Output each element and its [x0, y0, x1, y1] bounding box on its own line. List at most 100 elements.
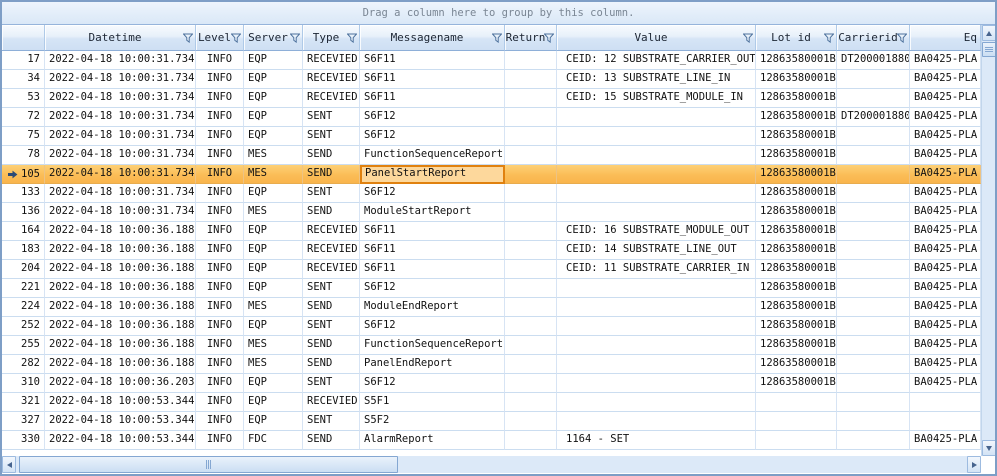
- table-row[interactable]: 3212022-04-18 10:00:53.344INFOEQPRECEVIE…: [2, 393, 981, 412]
- cell-server[interactable]: MES: [244, 146, 303, 165]
- cell-server[interactable]: EQP: [244, 70, 303, 89]
- cell-value[interactable]: [557, 127, 756, 146]
- cell-type[interactable]: RECEVIED: [303, 89, 360, 108]
- cell-eq[interactable]: BA0425-PLA: [910, 51, 981, 70]
- cell-type[interactable]: SENT: [303, 279, 360, 298]
- cell-datetime[interactable]: 2022-04-18 10:00:31.734: [45, 51, 196, 70]
- table-row[interactable]: 722022-04-18 10:00:31.734INFOEQPSENTS6F1…: [2, 108, 981, 127]
- cell-datetime[interactable]: 2022-04-18 10:00:31.734: [45, 184, 196, 203]
- cell-eq[interactable]: BA0425-PLA: [910, 222, 981, 241]
- cell-server[interactable]: MES: [244, 298, 303, 317]
- cell-return[interactable]: [505, 127, 557, 146]
- column-header-value[interactable]: Value: [557, 25, 756, 51]
- table-row[interactable]: 2242022-04-18 10:00:36.188INFOMESSENDMod…: [2, 298, 981, 317]
- cell-return[interactable]: [505, 393, 557, 412]
- cell-datetime[interactable]: 2022-04-18 10:00:36.188: [45, 355, 196, 374]
- cell-eq[interactable]: BA0425-PLA: [910, 165, 981, 184]
- cell-value[interactable]: CEID: 14 SUBSTRATE_LINE_OUT: [557, 241, 756, 260]
- vertical-scrollbar-thumb[interactable]: [982, 42, 996, 57]
- cell-level[interactable]: INFO: [196, 279, 244, 298]
- cell-eq[interactable]: BA0425-PLA: [910, 146, 981, 165]
- cell-server[interactable]: EQP: [244, 317, 303, 336]
- cell-return[interactable]: [505, 260, 557, 279]
- cell-value[interactable]: [557, 146, 756, 165]
- cell-message[interactable]: FunctionSequenceReport: [360, 336, 505, 355]
- cell-carrierid[interactable]: [837, 336, 910, 355]
- cell-type[interactable]: SEND: [303, 355, 360, 374]
- cell-eq[interactable]: BA0425-PLA: [910, 89, 981, 108]
- cell-server[interactable]: MES: [244, 203, 303, 222]
- cell-message[interactable]: S6F12: [360, 374, 505, 393]
- cell-eq[interactable]: BA0425-PLA: [910, 355, 981, 374]
- cell-type[interactable]: SENT: [303, 412, 360, 431]
- column-header-eq[interactable]: Eq: [910, 25, 981, 51]
- scroll-down-button[interactable]: [982, 440, 996, 456]
- cell-carrierid[interactable]: [837, 260, 910, 279]
- cell-level[interactable]: INFO: [196, 203, 244, 222]
- cell-return[interactable]: [505, 431, 557, 450]
- cell-server[interactable]: EQP: [244, 184, 303, 203]
- cell-level[interactable]: INFO: [196, 317, 244, 336]
- cell-return[interactable]: [505, 317, 557, 336]
- cell-message[interactable]: AlarmReport: [360, 431, 505, 450]
- cell-lotid[interactable]: 12863580001B: [756, 260, 837, 279]
- cell-datetime[interactable]: 2022-04-18 10:00:36.188: [45, 336, 196, 355]
- table-row[interactable]: 3302022-04-18 10:00:53.344INFOFDCSENDAla…: [2, 431, 981, 450]
- cell-server[interactable]: EQP: [244, 127, 303, 146]
- cell-datetime[interactable]: 2022-04-18 10:00:31.734: [45, 89, 196, 108]
- cell-value[interactable]: 1164 - SET: [557, 431, 756, 450]
- cell-carrierid[interactable]: [837, 374, 910, 393]
- cell-type[interactable]: SENT: [303, 374, 360, 393]
- column-header-lotid[interactable]: Lot id: [756, 25, 837, 51]
- cell-level[interactable]: INFO: [196, 355, 244, 374]
- cell-id[interactable]: 252: [2, 317, 45, 336]
- filter-funnel-icon[interactable]: [347, 33, 357, 43]
- cell-value[interactable]: [557, 184, 756, 203]
- cell-lotid[interactable]: 12863580001B: [756, 146, 837, 165]
- cell-eq[interactable]: BA0425-PLA: [910, 203, 981, 222]
- cell-type[interactable]: SEND: [303, 336, 360, 355]
- cell-lotid[interactable]: 12863580001B: [756, 203, 837, 222]
- cell-message[interactable]: PanelStartReport: [360, 165, 505, 184]
- cell-server[interactable]: EQP: [244, 108, 303, 127]
- cell-eq[interactable]: [910, 412, 981, 431]
- cell-value[interactable]: [557, 336, 756, 355]
- table-row[interactable]: 752022-04-18 10:00:31.734INFOEQPSENTS6F1…: [2, 127, 981, 146]
- cell-eq[interactable]: BA0425-PLA: [910, 279, 981, 298]
- cell-id[interactable]: 321: [2, 393, 45, 412]
- cell-server[interactable]: EQP: [244, 89, 303, 108]
- cell-return[interactable]: [505, 336, 557, 355]
- cell-datetime[interactable]: 2022-04-18 10:00:36.203: [45, 374, 196, 393]
- cell-id[interactable]: 255: [2, 336, 45, 355]
- cell-id[interactable]: 53: [2, 89, 45, 108]
- cell-message[interactable]: S6F12: [360, 317, 505, 336]
- cell-lotid[interactable]: 12863580001B: [756, 70, 837, 89]
- column-header-carrierid[interactable]: Carrierid: [837, 25, 910, 51]
- cell-server[interactable]: EQP: [244, 412, 303, 431]
- filter-funnel-icon[interactable]: [544, 33, 554, 43]
- cell-eq[interactable]: [910, 393, 981, 412]
- cell-carrierid[interactable]: [837, 165, 910, 184]
- cell-server[interactable]: EQP: [244, 393, 303, 412]
- cell-lotid[interactable]: 12863580001B: [756, 355, 837, 374]
- cell-message[interactable]: ModuleEndReport: [360, 298, 505, 317]
- cell-message[interactable]: S6F12: [360, 279, 505, 298]
- cell-level[interactable]: INFO: [196, 51, 244, 70]
- cell-id[interactable]: 17: [2, 51, 45, 70]
- cell-id[interactable]: 327: [2, 412, 45, 431]
- cell-return[interactable]: [505, 203, 557, 222]
- cell-value[interactable]: [557, 203, 756, 222]
- cell-level[interactable]: INFO: [196, 298, 244, 317]
- cell-level[interactable]: INFO: [196, 70, 244, 89]
- cell-datetime[interactable]: 2022-04-18 10:00:36.188: [45, 317, 196, 336]
- cell-type[interactable]: SEND: [303, 146, 360, 165]
- cell-lotid[interactable]: 12863580001B: [756, 108, 837, 127]
- cell-value[interactable]: [557, 355, 756, 374]
- table-row[interactable]: 2212022-04-18 10:00:36.188INFOEQPSENTS6F…: [2, 279, 981, 298]
- table-row[interactable]: 342022-04-18 10:00:31.734INFOEQPRECEVIED…: [2, 70, 981, 89]
- cell-carrierid[interactable]: [837, 298, 910, 317]
- cell-level[interactable]: INFO: [196, 431, 244, 450]
- cell-message[interactable]: S5F2: [360, 412, 505, 431]
- cell-eq[interactable]: BA0425-PLA: [910, 336, 981, 355]
- cell-return[interactable]: [505, 374, 557, 393]
